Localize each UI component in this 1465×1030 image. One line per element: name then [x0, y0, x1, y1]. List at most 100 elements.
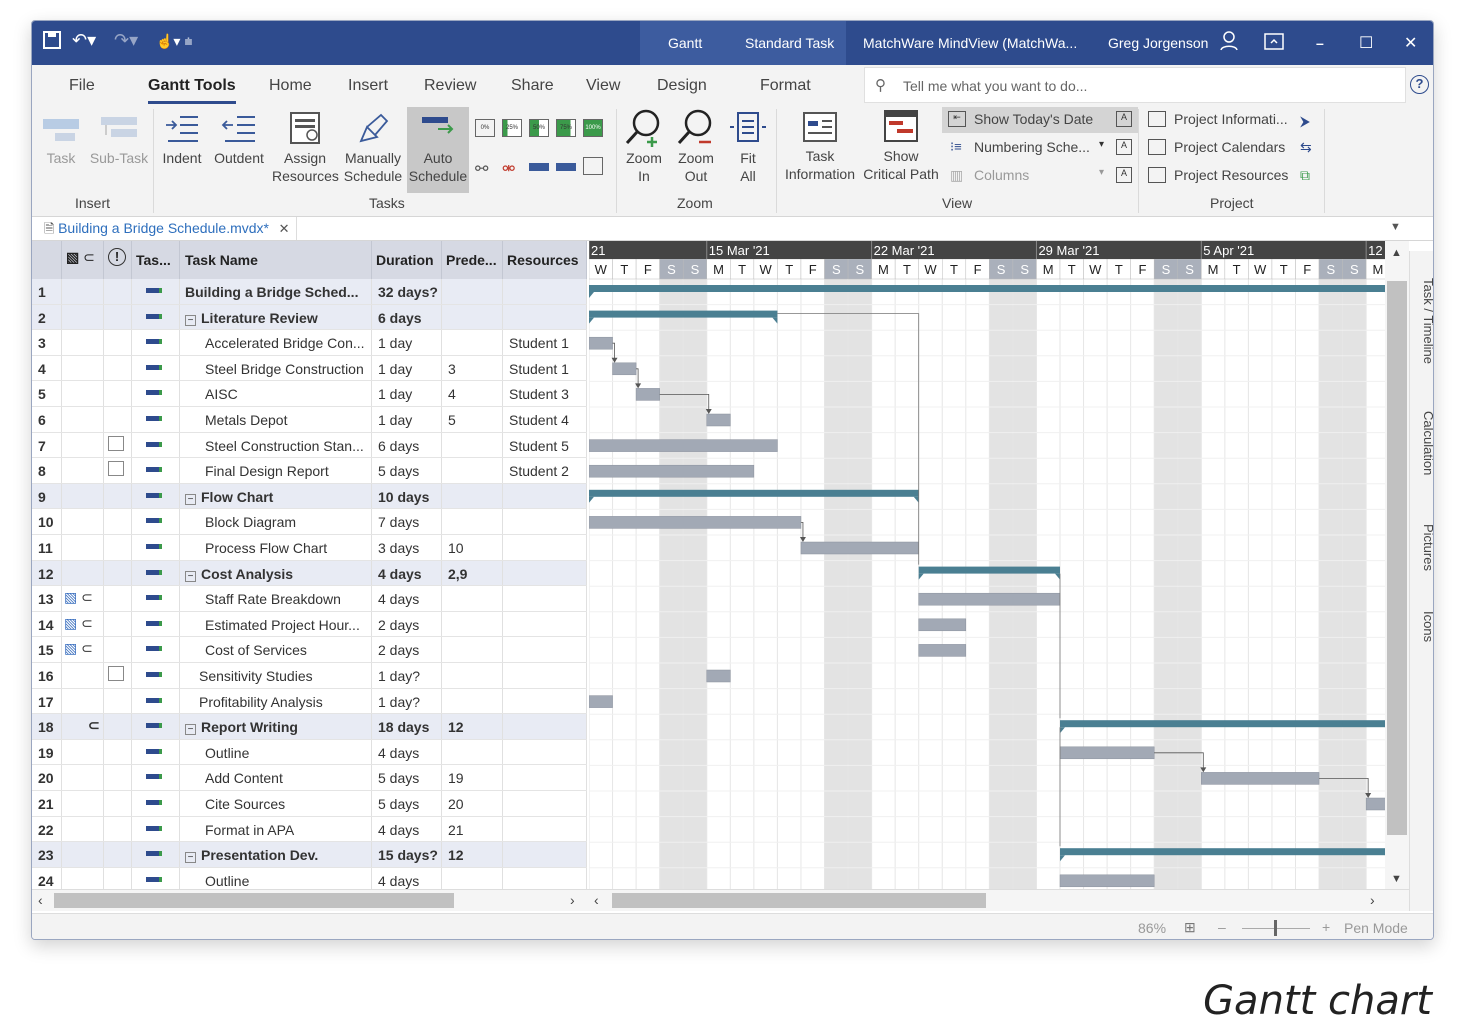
- tab-format[interactable]: Format: [760, 77, 811, 95]
- row-duration[interactable]: 6 days: [372, 432, 442, 458]
- row-predecessors[interactable]: 3: [442, 355, 503, 381]
- row-duration[interactable]: 5 days: [372, 791, 442, 816]
- task-mode-icon[interactable]: [132, 816, 180, 842]
- minimize-button[interactable]: –: [1316, 35, 1324, 51]
- user-name[interactable]: Greg Jorgenson: [1108, 35, 1208, 51]
- progress-0-button[interactable]: 0%: [475, 119, 495, 137]
- row-resources[interactable]: Student 5: [503, 432, 587, 458]
- row-duration[interactable]: 7 days: [372, 509, 442, 534]
- row-task-name[interactable]: Accelerated Bridge Con...: [180, 330, 372, 355]
- row-duration[interactable]: 4 days: [372, 867, 442, 889]
- chart-scroll-right-icon[interactable]: ›: [1370, 892, 1375, 908]
- table-row[interactable]: 11 Process Flow Chart 3 days 10: [32, 535, 587, 561]
- task-link-icon[interactable]: ⮞: [1300, 113, 1310, 130]
- copy-icon[interactable]: ⧉: [1300, 167, 1310, 184]
- scroll-right-icon[interactable]: ›: [570, 892, 575, 908]
- row-resources[interactable]: [503, 535, 587, 560]
- header-resources[interactable]: Resources: [503, 241, 587, 279]
- picture-icon[interactable]: ▧: [64, 615, 77, 631]
- task-mode-icon[interactable]: [132, 663, 180, 688]
- maximize-button[interactable]: ☐: [1359, 33, 1373, 53]
- row-task-name[interactable]: Process Flow Chart: [180, 535, 372, 560]
- row-duration[interactable]: 4 days: [372, 739, 442, 765]
- row-predecessors[interactable]: [442, 458, 503, 483]
- row-task-name[interactable]: − Presentation Dev.: [180, 842, 372, 867]
- task-mode-icon[interactable]: [132, 279, 180, 304]
- tab-view[interactable]: View: [586, 77, 620, 95]
- row-task-name[interactable]: Add Content: [180, 765, 372, 790]
- document-close-icon[interactable]: ✕: [279, 221, 290, 236]
- row-duration[interactable]: 6 days: [372, 304, 442, 330]
- row-resources[interactable]: [503, 739, 587, 765]
- chart-scroll-thumb[interactable]: [612, 893, 986, 908]
- row-duration[interactable]: 4 days: [372, 586, 442, 611]
- task-mode-icon[interactable]: [132, 560, 180, 586]
- zoom-in-button[interactable]: Zoom In: [622, 107, 666, 185]
- outdent-button[interactable]: Outdent: [210, 111, 268, 167]
- row-task-name[interactable]: Outline: [180, 739, 372, 765]
- row-resources[interactable]: [503, 304, 587, 330]
- row-predecessors[interactable]: [442, 739, 503, 765]
- table-row[interactable]: 5 AISC 1 day 4 Student 3: [32, 381, 587, 407]
- user-icon[interactable]: [1220, 31, 1238, 54]
- row-duration[interactable]: 4 days: [372, 816, 442, 842]
- side-tab-task-timeline[interactable]: Task / Timeline: [1410, 261, 1433, 381]
- paperclip-icon[interactable]: ⊂: [81, 589, 93, 605]
- font-icon[interactable]: A: [1116, 111, 1132, 127]
- row-predecessors[interactable]: [442, 279, 503, 304]
- row-task-name[interactable]: − Literature Review: [180, 304, 372, 330]
- row-predecessors[interactable]: [442, 483, 503, 509]
- split-task-icon[interactable]: [529, 163, 549, 171]
- font-icon[interactable]: A: [1116, 139, 1132, 155]
- picture-icon[interactable]: ▧: [64, 589, 77, 605]
- calendar-icon[interactable]: [108, 461, 124, 477]
- row-predecessors[interactable]: [442, 663, 503, 688]
- zoom-out-status-button[interactable]: –: [1218, 919, 1226, 935]
- row-duration[interactable]: 10 days: [372, 483, 442, 509]
- row-duration[interactable]: 32 days?: [372, 279, 442, 304]
- vertical-scroll-thumb[interactable]: [1387, 281, 1407, 835]
- table-row[interactable]: 23− Presentation Dev. 15 days? 12: [32, 842, 587, 868]
- grid-scroll-thumb[interactable]: [54, 893, 454, 908]
- assign-resources-button[interactable]: Assign Resources: [272, 111, 339, 185]
- tab-share[interactable]: Share: [511, 77, 554, 95]
- task-mode-icon[interactable]: [132, 483, 180, 509]
- task-mode-icon[interactable]: [132, 739, 180, 765]
- table-row[interactable]: 24 Outline 4 days: [32, 867, 587, 889]
- fit-page-icon[interactable]: ⊞: [1184, 919, 1196, 936]
- tab-insert[interactable]: Insert: [348, 77, 388, 95]
- fit-all-button[interactable]: Fit All: [728, 107, 768, 185]
- row-duration[interactable]: 4 days: [372, 560, 442, 586]
- row-resources[interactable]: Student 4: [503, 407, 587, 432]
- undo-icon[interactable]: ↶▾: [72, 30, 96, 51]
- row-resources[interactable]: [503, 791, 587, 816]
- row-resources[interactable]: Student 1: [503, 355, 587, 381]
- row-duration[interactable]: 15 days?: [372, 842, 442, 867]
- progress-25-button[interactable]: 25%: [502, 119, 522, 137]
- chart-scroll-left-icon[interactable]: ‹: [594, 892, 599, 908]
- row-resources[interactable]: [503, 509, 587, 534]
- row-resources[interactable]: [503, 560, 587, 586]
- calendar-icon[interactable]: [108, 435, 124, 451]
- header-duration[interactable]: Duration: [372, 241, 442, 279]
- zoom-out-button[interactable]: Zoom Out: [674, 107, 718, 185]
- row-resources[interactable]: [503, 688, 587, 714]
- tell-me-box[interactable]: ⚲ Tell me what you want to do...: [864, 67, 1406, 103]
- table-row[interactable]: 2− Literature Review 6 days: [32, 304, 587, 331]
- show-todays-date-toggle[interactable]: ⇤ Show Today's Date A: [942, 107, 1138, 133]
- row-predecessors[interactable]: [442, 432, 503, 458]
- collapse-icon[interactable]: −: [185, 852, 196, 864]
- table-row[interactable]: 21 Cite Sources 5 days 20: [32, 791, 587, 817]
- collapse-icon[interactable]: −: [185, 493, 196, 505]
- row-duration[interactable]: 1 day?: [372, 663, 442, 688]
- vertical-scrollbar[interactable]: ▲ ▼: [1385, 241, 1409, 889]
- task-mode-icon[interactable]: [132, 714, 180, 739]
- row-predecessors[interactable]: 2,9: [442, 560, 503, 586]
- task-mode-icon[interactable]: [132, 304, 180, 330]
- collapse-icon[interactable]: −: [185, 724, 196, 736]
- touch-mode-icon[interactable]: ☝▾ ⩧: [156, 33, 193, 50]
- move-task-icon[interactable]: [556, 163, 576, 171]
- table-row[interactable]: 20 Add Content 5 days 19: [32, 765, 587, 791]
- row-task-name[interactable]: Cite Sources: [180, 791, 372, 816]
- row-predecessors[interactable]: [442, 611, 503, 637]
